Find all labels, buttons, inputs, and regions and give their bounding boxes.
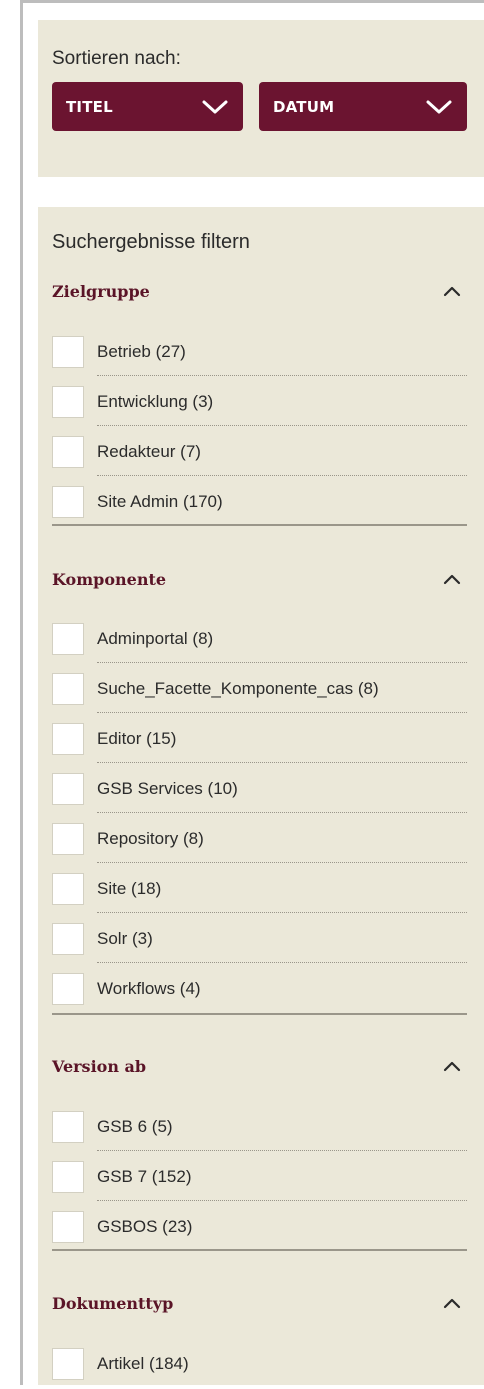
checkbox[interactable]	[52, 623, 84, 655]
divider	[97, 962, 467, 963]
divider	[97, 425, 467, 426]
checkbox[interactable]	[52, 1161, 84, 1193]
filter-item-label: Solr (3)	[97, 929, 153, 948]
filter-item-label: Betrieb (27)	[97, 342, 186, 361]
filter-item-workflows[interactable]: Workflows (4)	[52, 966, 467, 1014]
filter-item-redakteur[interactable]: Redakteur (7)	[52, 429, 467, 477]
filter-item-site-admin[interactable]: Site Admin (170)	[52, 479, 467, 527]
filter-item-adminportal[interactable]: Adminportal (8)	[52, 616, 467, 664]
filter-item-label: GSB 7 (152)	[97, 1167, 192, 1186]
checkbox[interactable]	[52, 1348, 84, 1380]
filter-group-title: Dokumenttyp	[52, 1294, 174, 1313]
filter-item-label: Redakteur (7)	[97, 442, 201, 461]
filter-item-gsb6[interactable]: GSB 6 (5)	[52, 1104, 467, 1152]
caret-up-icon[interactable]	[442, 1059, 462, 1073]
caret-up-icon[interactable]	[442, 284, 462, 298]
divider	[97, 1150, 467, 1151]
filter-item-betrieb[interactable]: Betrieb (27)	[52, 329, 467, 377]
divider	[97, 862, 467, 863]
divider	[97, 1200, 467, 1201]
filter-item-label: Workflows (4)	[97, 979, 201, 998]
sort-by-date-button[interactable]: DATUM	[259, 82, 467, 131]
filter-item-label: Entwicklung (3)	[97, 392, 214, 411]
filter-item-gsb7[interactable]: GSB 7 (152)	[52, 1154, 467, 1202]
checkbox[interactable]	[52, 486, 84, 518]
checkbox[interactable]	[52, 873, 84, 905]
filter-item-label: Site (18)	[97, 879, 162, 898]
checkbox[interactable]	[52, 436, 84, 468]
group-separator	[52, 1249, 467, 1251]
divider	[97, 375, 467, 376]
filter-title: Suchergebnisse filtern	[52, 231, 250, 253]
checkbox[interactable]	[52, 386, 84, 418]
filter-item-label: Editor (15)	[97, 729, 177, 748]
filter-group-title: Komponente	[52, 570, 167, 589]
chevron-down-icon	[202, 100, 228, 113]
checkbox[interactable]	[52, 673, 84, 705]
checkbox[interactable]	[52, 1211, 84, 1243]
filter-item-repository[interactable]: Repository (8)	[52, 816, 467, 864]
divider	[97, 712, 467, 713]
checkbox[interactable]	[52, 923, 84, 955]
filter-item-editor[interactable]: Editor (15)	[52, 716, 467, 764]
chevron-down-icon	[426, 100, 452, 113]
filter-item-label: Artikel (184)	[97, 1354, 189, 1373]
sort-button-label: DATUM	[273, 97, 335, 116]
filter-item-gsb-services[interactable]: GSB Services (10)	[52, 766, 467, 814]
filter-item-label: Site Admin (170)	[97, 492, 223, 511]
sort-label: Sortieren nach:	[52, 48, 181, 69]
filter-item-site[interactable]: Site (18)	[52, 866, 467, 914]
checkbox[interactable]	[52, 973, 84, 1005]
filter-item-label: Suche_Facette_Komponente_cas (8)	[97, 679, 379, 698]
filter-item-suche-facette[interactable]: Suche_Facette_Komponente_cas (8)	[52, 666, 467, 714]
caret-up-icon[interactable]	[442, 1296, 462, 1310]
filter-group-title: Zielgruppe	[52, 282, 150, 301]
checkbox[interactable]	[52, 773, 84, 805]
filter-item-label: GSB 6 (5)	[97, 1117, 173, 1136]
filter-group-dokumenttyp-header[interactable]: Dokumenttyp	[52, 1292, 466, 1322]
divider	[97, 762, 467, 763]
filter-item-gsbos[interactable]: GSBOS (23)	[52, 1204, 467, 1252]
divider	[97, 812, 467, 813]
sort-button-label: TITEL	[66, 97, 113, 116]
filter-item-artikel[interactable]: Artikel (184)	[52, 1341, 467, 1389]
filter-group-version-header[interactable]: Version ab	[52, 1055, 466, 1085]
checkbox[interactable]	[52, 1111, 84, 1143]
filter-item-label: GSB Services (10)	[97, 779, 238, 798]
filter-group-title: Version ab	[52, 1057, 147, 1076]
sort-by-title-button[interactable]: TITEL	[52, 82, 243, 131]
filter-panel: Suchergebnisse filtern Zielgruppe Betrie…	[38, 207, 484, 1385]
filter-item-label: Repository (8)	[97, 829, 204, 848]
checkbox[interactable]	[52, 336, 84, 368]
divider	[97, 475, 467, 476]
filter-item-entwicklung[interactable]: Entwicklung (3)	[52, 379, 467, 427]
divider	[97, 662, 467, 663]
filter-group-zielgruppe-header[interactable]: Zielgruppe	[52, 280, 466, 310]
filter-item-solr[interactable]: Solr (3)	[52, 916, 467, 964]
divider	[97, 912, 467, 913]
filter-item-label: Adminportal (8)	[97, 629, 214, 648]
sort-panel: Sortieren nach: TITEL DATUM	[38, 20, 484, 177]
group-separator	[52, 524, 467, 526]
caret-up-icon[interactable]	[442, 572, 462, 586]
filter-item-label: GSBOS (23)	[97, 1217, 193, 1236]
group-separator	[52, 1013, 467, 1015]
filter-group-komponente-header[interactable]: Komponente	[52, 568, 466, 598]
checkbox[interactable]	[52, 823, 84, 855]
checkbox[interactable]	[52, 723, 84, 755]
